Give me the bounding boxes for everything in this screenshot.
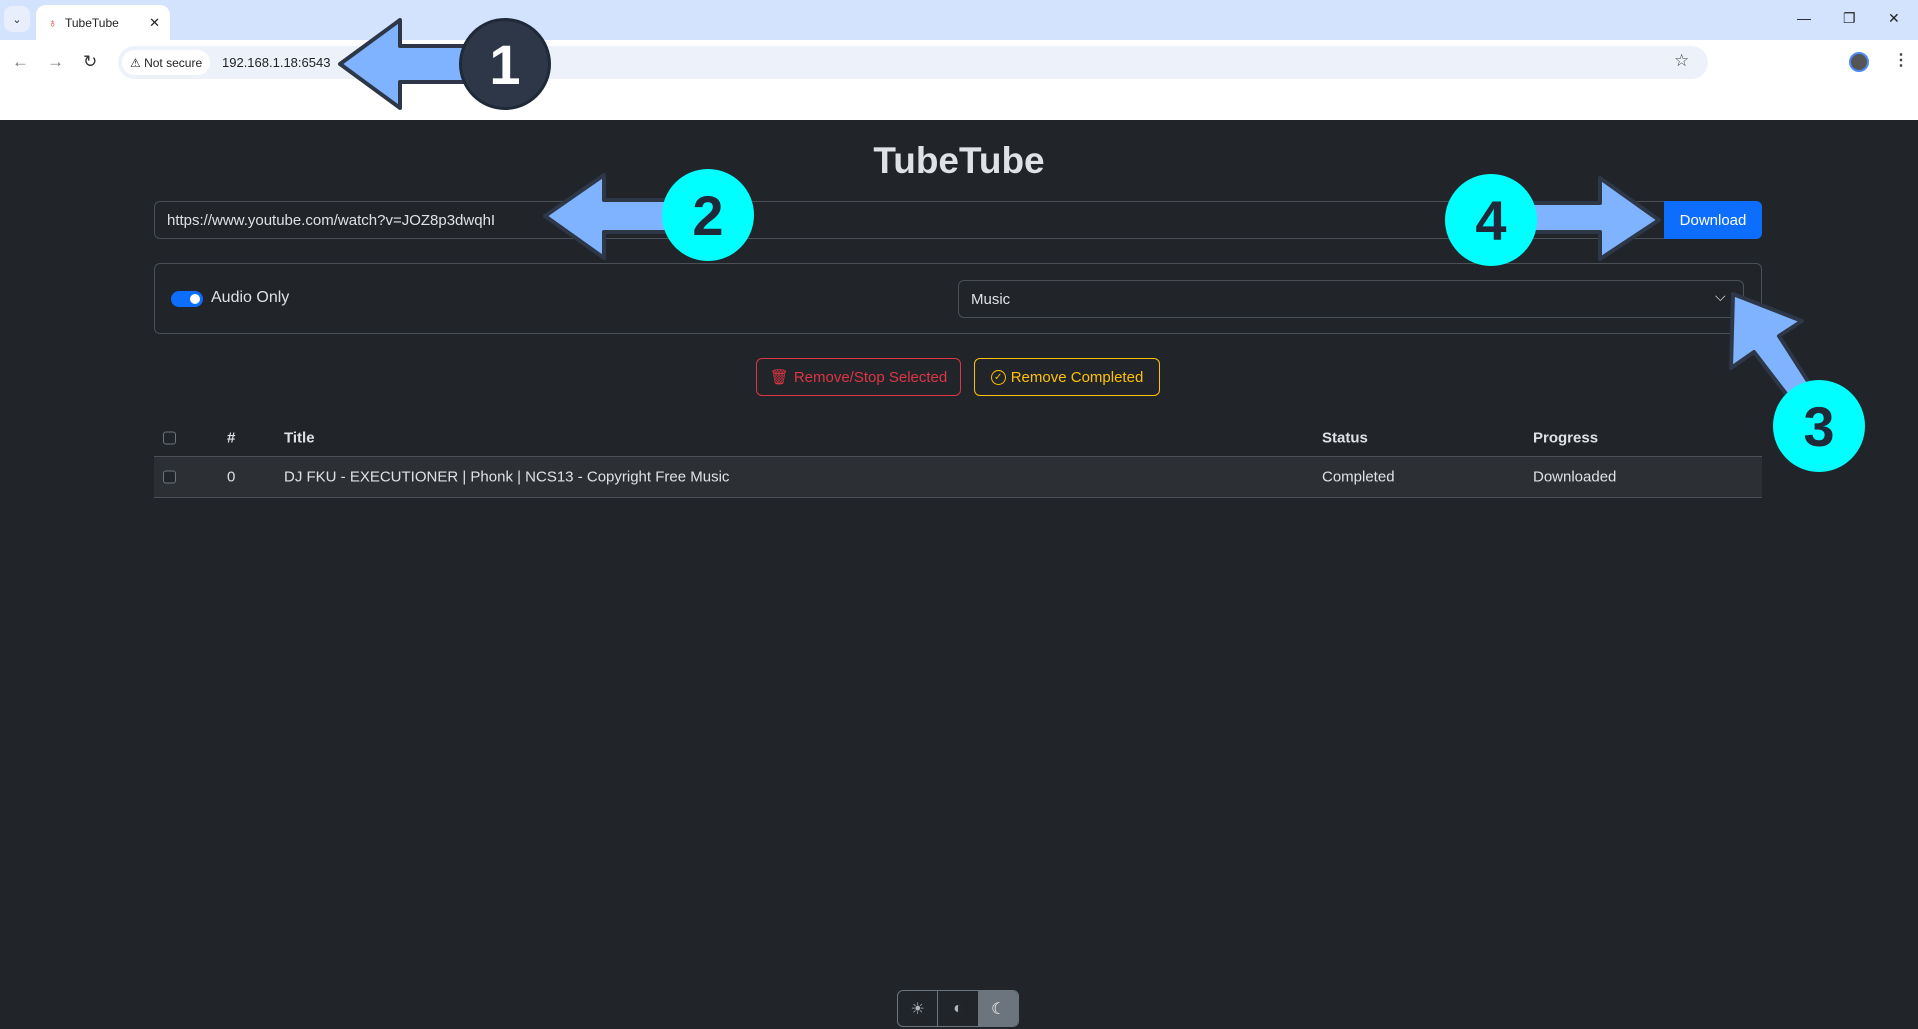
annotation-marker-1: 1 — [459, 18, 551, 110]
annotation-arrows — [338, 18, 1822, 414]
annotation-arrow-4 — [1528, 176, 1661, 261]
annotation-marker-4: 4 — [1445, 174, 1537, 266]
annotation-marker-3: 3 — [1773, 380, 1865, 472]
annotation-arrow-1 — [338, 18, 472, 110]
annotation-marker-2: 2 — [662, 169, 754, 261]
annotation-arrow-2 — [543, 173, 672, 260]
